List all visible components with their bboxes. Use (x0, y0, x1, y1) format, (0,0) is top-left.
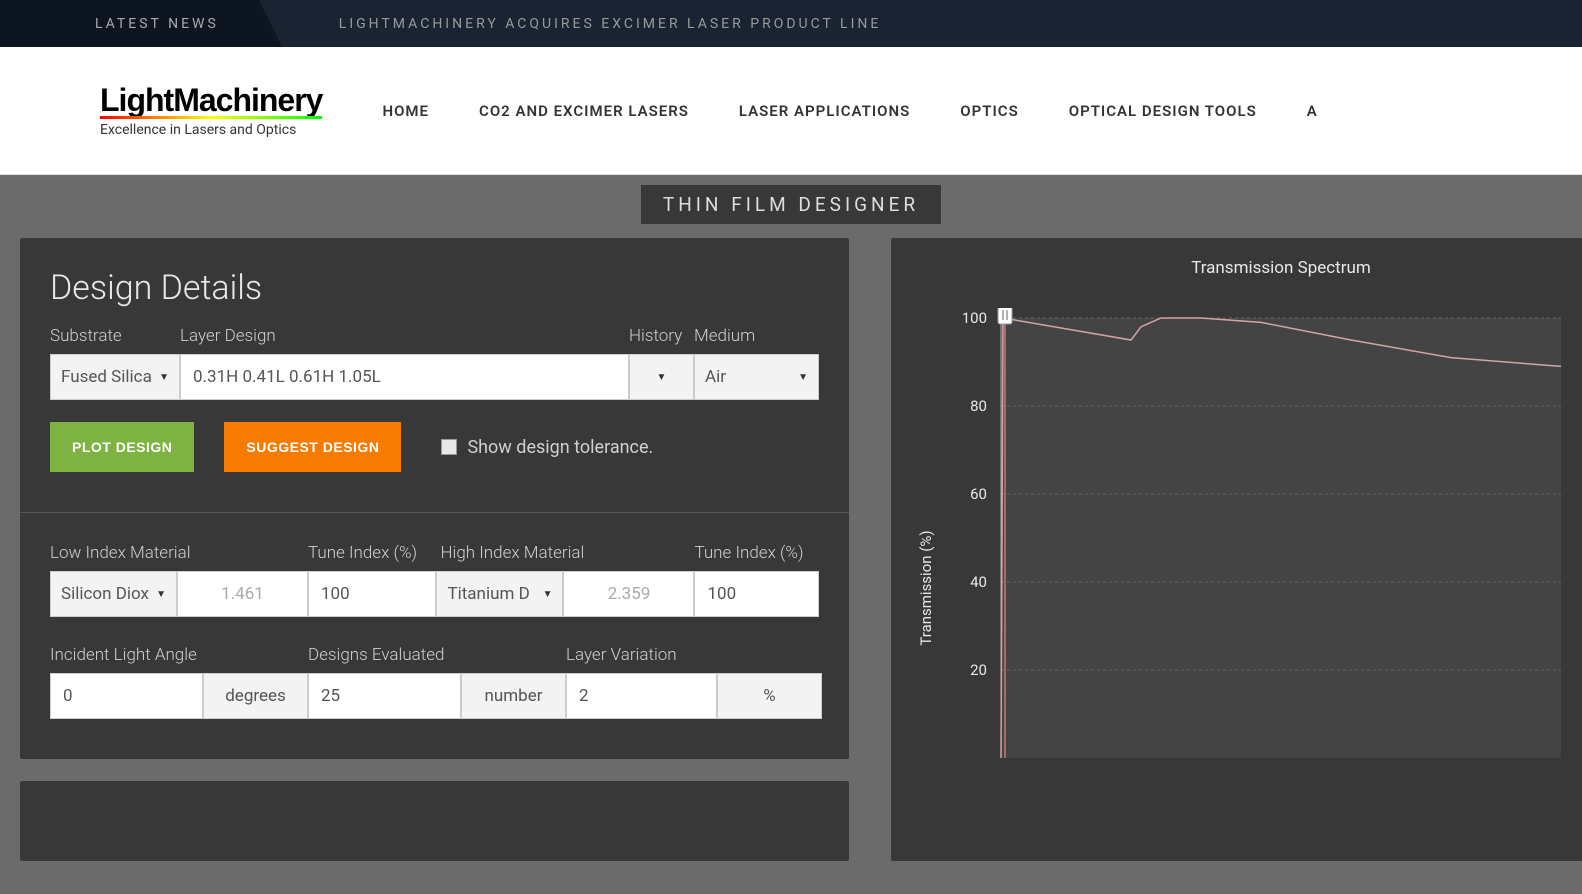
logo[interactable]: LightMachinery Excellence in Lasers and … (100, 84, 322, 138)
chart-panel: Transmission Spectrum 20 40 60 80 100 (891, 238, 1582, 861)
tool-title: THIN FILM DESIGNER (641, 185, 941, 224)
chevron-down-icon: ▼ (156, 589, 166, 600)
label-layer-design: Layer Design (180, 326, 629, 346)
chevron-down-icon: ▼ (798, 372, 808, 383)
substrate-value: Fused Silica (61, 367, 152, 387)
main-nav: HOME CO2 AND EXCIMER LASERS LASER APPLIC… (382, 102, 1317, 120)
svg-text:60: 60 (970, 485, 987, 503)
label-history: History (629, 326, 694, 346)
extra-panel (20, 781, 849, 861)
left-column: Design Details Substrate Fused Silica ▼ … (20, 238, 849, 861)
layer-design-input[interactable]: 0.31H 0.41L 0.61H 1.05L (180, 354, 629, 400)
layer-var-unit: % (717, 673, 822, 719)
low-material-value: Silicon Diox (61, 584, 149, 604)
transmission-chart[interactable]: 20 40 60 80 100 Transmission (%) (891, 308, 1582, 848)
main-area: Design Details Substrate Fused Silica ▼ … (0, 224, 1582, 861)
high-index-value: 2.359 (576, 584, 681, 604)
svg-text:40: 40 (970, 573, 987, 591)
designs-evaluated-input[interactable]: 25 (308, 673, 461, 719)
nav-laser-applications[interactable]: LASER APPLICATIONS (739, 102, 910, 120)
high-tune-input[interactable]: 100 (694, 571, 819, 617)
chevron-down-icon: ▼ (543, 589, 553, 600)
show-tolerance-label: Show design tolerance. (467, 437, 653, 458)
tool-title-wrap: THIN FILM DESIGNER (0, 175, 1582, 224)
news-label: LATEST NEWS (0, 0, 259, 47)
plot-design-button[interactable]: PLOT DESIGN (50, 422, 194, 472)
nav-extra[interactable]: A (1307, 102, 1318, 120)
label-layer-var: Layer Variation (566, 645, 822, 665)
medium-select[interactable]: Air ▼ (694, 354, 819, 400)
logo-text: LightMachinery (100, 84, 322, 116)
label-incident: Incident Light Angle (50, 645, 308, 665)
logo-tagline: Excellence in Lasers and Optics (100, 122, 322, 138)
label-low-index: Low Index Material (50, 543, 308, 563)
y-axis-label: Transmission (%) (917, 530, 935, 645)
label-tune-low: Tune Index (%) (308, 543, 436, 563)
news-headline[interactable]: LIGHTMACHINERY ACQUIRES EXCIMER LASER PR… (259, 16, 882, 32)
nav-optical-design-tools[interactable]: OPTICAL DESIGN TOOLS (1069, 102, 1257, 120)
high-material-select[interactable]: Titanium D ▼ (436, 571, 563, 617)
low-index-value: 1.461 (190, 584, 295, 604)
high-material-value: Titanium D (447, 584, 529, 604)
chevron-down-icon: ▼ (657, 372, 667, 383)
label-high-index: High Index Material (436, 543, 694, 563)
substrate-select[interactable]: Fused Silica ▼ (50, 354, 180, 400)
svg-text:100: 100 (962, 309, 987, 327)
label-medium: Medium (694, 326, 819, 346)
layer-variation-input[interactable]: 2 (566, 673, 717, 719)
svg-text:80: 80 (970, 397, 987, 415)
news-bar: LATEST NEWS LIGHTMACHINERY ACQUIRES EXCI… (0, 0, 1582, 47)
divider (20, 512, 849, 513)
medium-value: Air (705, 367, 726, 387)
chevron-down-icon: ▼ (159, 372, 169, 383)
site-header: LightMachinery Excellence in Lasers and … (0, 47, 1582, 175)
designs-unit: number (461, 673, 566, 719)
svg-text:20: 20 (970, 661, 987, 679)
incident-unit: degrees (203, 673, 308, 719)
low-material-select[interactable]: Silicon Diox ▼ (50, 571, 177, 617)
history-select[interactable]: ▼ (629, 354, 694, 400)
chart-title: Transmission Spectrum (891, 258, 1582, 278)
nav-co2-excimer[interactable]: CO2 AND EXCIMER LASERS (479, 102, 689, 120)
chart-slider-handle[interactable] (998, 308, 1012, 324)
label-tune-high: Tune Index (%) (694, 543, 819, 563)
nav-optics[interactable]: OPTICS (960, 102, 1018, 120)
suggest-design-button[interactable]: SUGGEST DESIGN (224, 422, 401, 472)
low-tune-input[interactable]: 100 (308, 571, 436, 617)
incident-angle-input[interactable]: 0 (50, 673, 203, 719)
panel-title: Design Details (50, 268, 819, 308)
show-tolerance-checkbox[interactable] (441, 439, 457, 455)
label-designs-eval: Designs Evaluated (308, 645, 566, 665)
label-substrate: Substrate (50, 326, 180, 346)
design-details-panel: Design Details Substrate Fused Silica ▼ … (20, 238, 849, 759)
nav-home[interactable]: HOME (382, 102, 429, 120)
plot-area (1001, 318, 1561, 758)
